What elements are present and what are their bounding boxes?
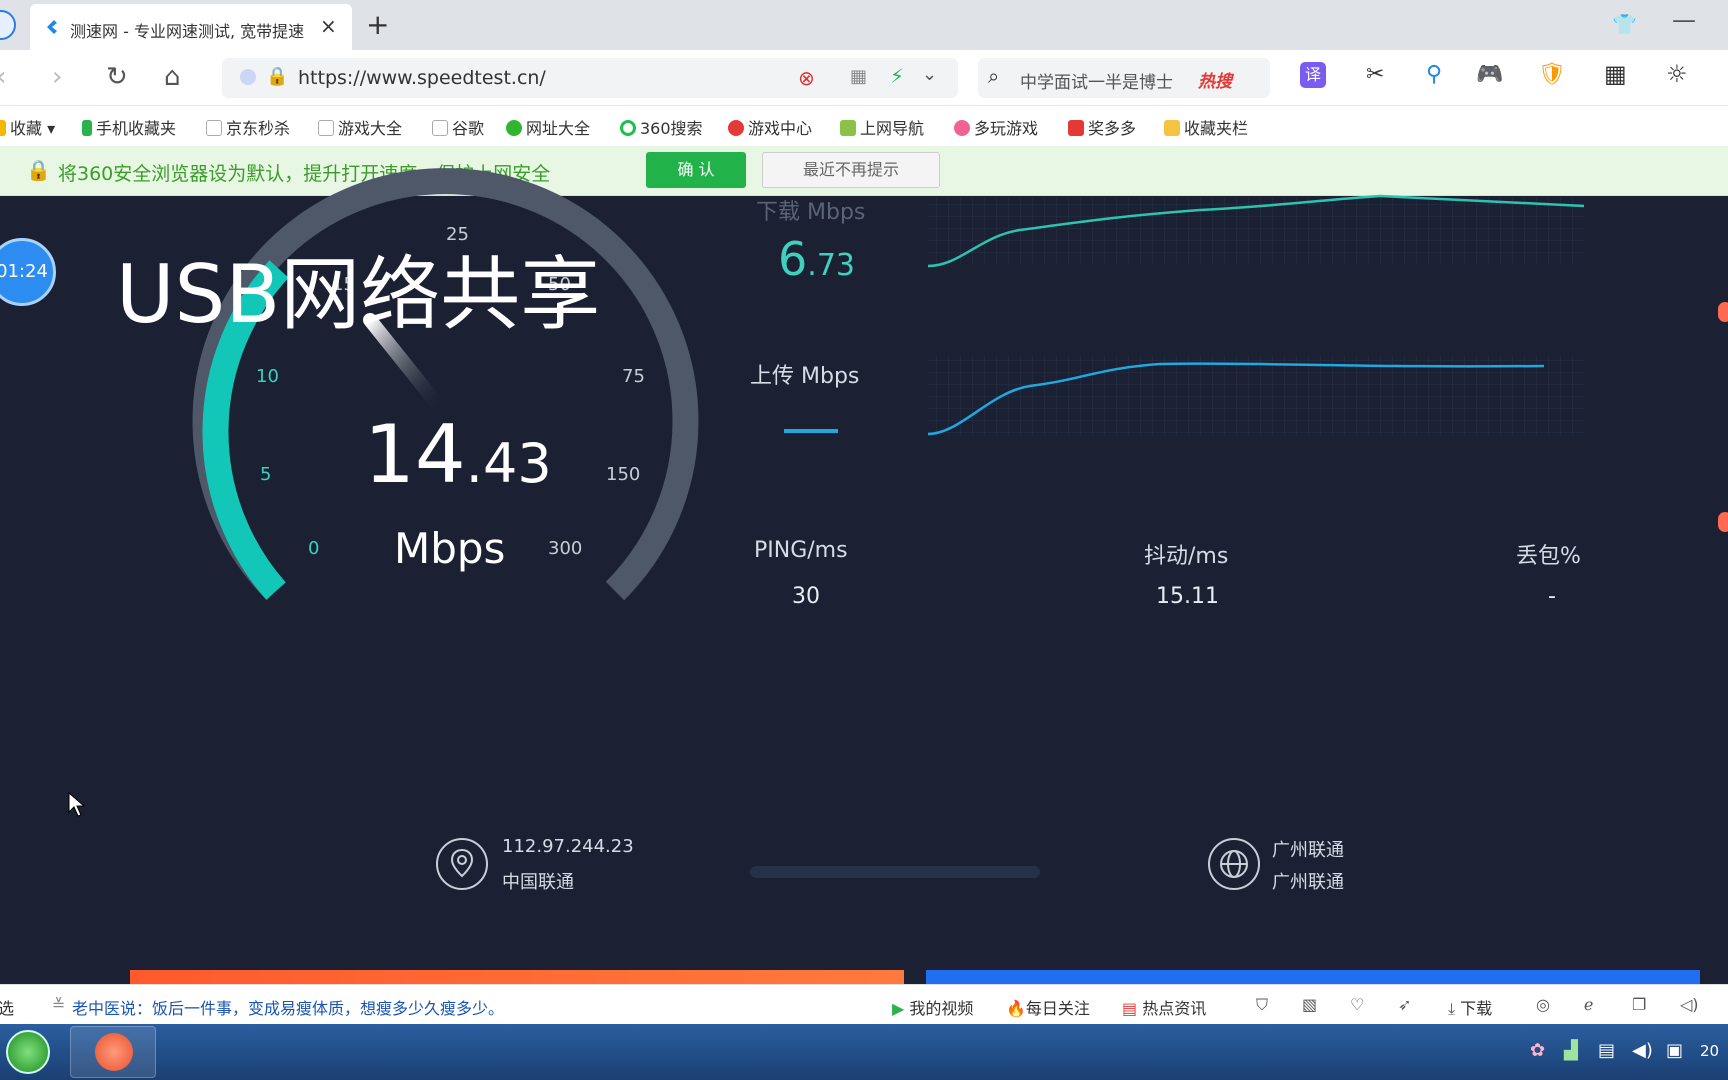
windows-taskbar: ✿ ▟ ▤ ◀) ▣ 20 <box>0 1024 1728 1080</box>
download-chart-grid <box>928 198 1584 264</box>
tray-volume-icon[interactable]: ◀) <box>1632 1040 1653 1061</box>
gauge-tick: 300 <box>548 538 583 559</box>
daily-focus-link[interactable]: 🔥每日关注 <box>1006 995 1090 1019</box>
client-isp: 中国联通 <box>502 872 574 893</box>
image-icon[interactable]: ▧ <box>1302 995 1317 1014</box>
gauge-tick: 10 <box>256 366 279 387</box>
ping-label: PING/ms <box>754 538 848 563</box>
gauge-tick: 0 <box>308 538 320 559</box>
gauge-tick: 150 <box>606 464 641 485</box>
client-ip: 112.97.244.23 <box>502 836 634 857</box>
ping-value: 30 <box>792 584 820 609</box>
upload-label: 上传 Mbps <box>750 364 860 389</box>
side-marker <box>1718 512 1728 532</box>
app-bird-icon <box>95 1033 133 1071</box>
packet-loss-label: 丢包% <box>1516 544 1581 569</box>
server-isp: 广州联通 <box>1272 872 1344 893</box>
rocket-icon[interactable]: ➶ <box>1398 995 1411 1014</box>
speed-unit: Mbps <box>394 524 506 573</box>
overlay-caption: USB网络共享 <box>116 248 601 341</box>
download-label: 下载 Mbps <box>756 200 866 225</box>
download-icon: ⤓ <box>1448 999 1456 1018</box>
volume-icon[interactable]: ◁) <box>1680 995 1699 1014</box>
gauge-svg <box>192 168 1585 878</box>
ie-icon[interactable]: ℯ <box>1584 995 1593 1014</box>
mouse-cursor-icon <box>68 792 86 817</box>
download-value: 6.73 <box>778 232 855 286</box>
location-pin-icon <box>436 838 488 890</box>
side-marker <box>1718 302 1728 322</box>
status-left-text: 选 <box>0 999 15 1018</box>
news-icon: ▤ <box>1122 999 1138 1018</box>
download-link[interactable]: ⤓ 下载 <box>1448 995 1492 1019</box>
tray-flower-icon[interactable]: ✿ <box>1530 1040 1545 1061</box>
clock[interactable]: 20 <box>1700 1042 1719 1060</box>
ad-banner-left[interactable] <box>130 970 904 984</box>
packet-loss-value: - <box>1548 584 1556 609</box>
chevron-down-icon[interactable]: ≚ <box>52 995 65 1014</box>
gauge-tick: 5 <box>260 464 272 485</box>
window-icon[interactable]: ❐ <box>1632 995 1646 1014</box>
tray-network-icon[interactable]: ▣ <box>1666 1040 1683 1061</box>
news-ticker[interactable]: 老中医说：饭后一件事，变成易瘦体质，想瘦多少久瘦多少。 <box>72 995 504 1019</box>
taskbar-app-360[interactable] <box>70 1026 156 1078</box>
jitter-label: 抖动/ms <box>1144 544 1229 569</box>
my-video-link[interactable]: ▶ 我的视频 <box>892 995 973 1019</box>
start-button[interactable] <box>6 1030 50 1074</box>
upload-chart-grid <box>928 356 1584 436</box>
fire-icon: 🔥 <box>1006 999 1026 1018</box>
play-icon: ▶ <box>892 999 905 1018</box>
globe-icon <box>1208 838 1260 890</box>
current-speed: 14.43 <box>364 408 552 501</box>
ad-banner-right[interactable] <box>926 970 1700 984</box>
connection-track <box>750 866 1040 878</box>
tray-device-icon[interactable]: ▤ <box>1598 1040 1615 1061</box>
jitter-value: 15.11 <box>1156 584 1219 609</box>
incognito-icon[interactable]: ◎ <box>1536 995 1550 1014</box>
heart-icon[interactable]: ♡ <box>1350 995 1364 1014</box>
upload-value-placeholder <box>784 429 838 433</box>
shield-icon[interactable]: ⛉ <box>1256 995 1268 1015</box>
browser-status-bar: 选 ≚ 老中医说：饭后一件事，变成易瘦体质，想瘦多少久瘦多少。 ▶ 我的视频 🔥… <box>0 984 1728 1024</box>
server-name[interactable]: 广州联通 <box>1272 836 1344 862</box>
gauge-tick: 75 <box>622 366 645 387</box>
hot-news-link[interactable]: ▤ 热点资讯 <box>1122 995 1206 1019</box>
tray-security-icon[interactable]: ▟ <box>1564 1040 1578 1061</box>
